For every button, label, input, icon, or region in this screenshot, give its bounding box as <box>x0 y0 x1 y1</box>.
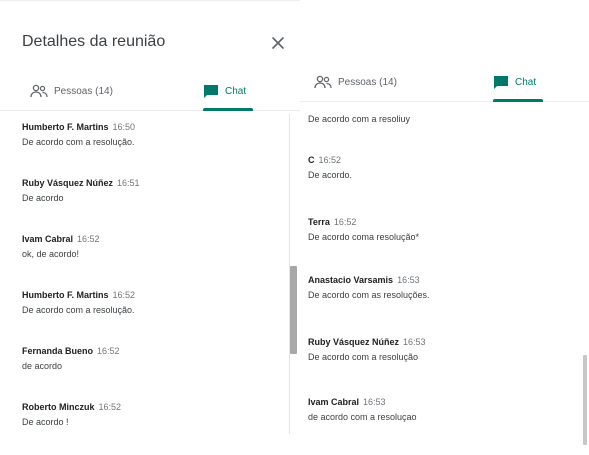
tab-people[interactable]: Pessoas (14) <box>314 62 397 102</box>
message-text: De acordo. <box>308 170 353 180</box>
message-time: 16:53 <box>397 275 420 285</box>
chat-message-list[interactable]: De acordo com a resoliuy C 16:52 De acord… <box>300 104 589 455</box>
message-text: De acordo <box>22 193 64 203</box>
message-text: De acordo com a resolução. <box>22 305 135 315</box>
message-text: de acordo com a resoluçao <box>308 412 417 422</box>
message-time: 16:52 <box>318 155 342 165</box>
message-sender: Humberto F. Martins <box>22 122 109 132</box>
scrollbar-thumb[interactable] <box>583 355 587 445</box>
message-time: 16:52 <box>112 290 136 300</box>
chat-message: Roberto Minczuk 16:52 De acordo ! <box>22 401 276 429</box>
tab-bar: Pessoas (14) Chat <box>0 71 300 111</box>
people-icon <box>30 84 48 98</box>
message-time: 16:52 <box>97 346 120 356</box>
message-time: 16:50 <box>112 122 136 132</box>
close-icon <box>272 37 284 49</box>
message-text: De acordo com a resoliuy <box>308 114 411 124</box>
chat-panel-scrolled: Pessoas (14) Chat De acordo com a resoli… <box>300 0 589 455</box>
chat-message: Fernanda Bueno 16:52 de acordo <box>22 345 276 373</box>
tab-chat-label: Chat <box>225 85 247 97</box>
people-icon <box>314 75 332 89</box>
chat-message: Ivam Cabral 16:53 de acordo com a resoluç… <box>308 396 571 424</box>
tab-people-label: Pessoas (14) <box>338 76 397 88</box>
message-text: De acordo com a resolução. <box>22 137 135 147</box>
chat-message-list[interactable]: Humberto F. Martins 16:50 De acordo com a… <box>0 113 300 455</box>
chat-message: Terra 16:52 De acordo coma resolução* <box>308 216 571 244</box>
message-text: ok, de acordo! <box>22 249 80 259</box>
chat-icon <box>204 84 218 98</box>
tab-people-label: Pessoas (14) <box>54 85 113 97</box>
scrollbar-thumb[interactable] <box>290 266 297 354</box>
chat-message: De acordo com a resoliuy <box>308 110 571 126</box>
active-tab-indicator <box>203 108 253 111</box>
message-time: 16:52 <box>98 402 122 412</box>
chat-message: Ivam Cabral 16:52 ok, de acordo! <box>22 233 276 261</box>
chat-message: Humberto F. Martins 16:52 De acordo com a… <box>22 289 276 317</box>
active-tab-indicator <box>493 99 543 102</box>
chat-message: Ruby Vásquez Núñez 16:51 De acordo <box>22 177 276 205</box>
message-text: De acordo com as resoluções. <box>308 290 430 300</box>
message-sender: Roberto Minczuk <box>22 402 95 412</box>
message-sender: Humberto F. Martins <box>22 290 109 300</box>
message-text: De acordo coma resolução* <box>308 232 420 242</box>
meeting-details-panel: Detalhes da reunião Pessoas (14) Chat Hu… <box>0 0 300 455</box>
tab-chat[interactable]: Chat <box>203 71 246 111</box>
chat-message: Anastacio Varsamis 16:53 De acordo com as… <box>308 274 571 302</box>
chat-icon <box>494 75 508 89</box>
panel-title: Detalhes da reunião <box>22 33 166 50</box>
message-sender: Terra <box>308 217 330 227</box>
message-text: De acordo ! <box>22 417 69 427</box>
chat-message: Humberto F. Martins 16:50 De acordo com a… <box>22 121 276 149</box>
message-text: de acordo <box>22 361 63 371</box>
message-text: De acordo com a resolução <box>308 352 419 362</box>
message-sender: Ruby Vásquez Núñez <box>22 178 114 188</box>
message-sender: Ruby Vásquez Núñez <box>308 337 400 347</box>
tab-chat-label: Chat <box>515 76 537 88</box>
chat-message: Ruby Vásquez Núñez 16:53 De acordo com a … <box>308 336 571 364</box>
message-sender: Ivam Cabral <box>308 397 360 407</box>
close-button[interactable] <box>266 31 290 55</box>
message-sender: C <box>308 155 315 165</box>
tab-bar: Pessoas (14) Chat <box>300 62 589 102</box>
message-time: 16:53 <box>363 397 386 407</box>
panel-header: Detalhes da reunião <box>0 1 300 63</box>
chat-message: C 16:52 De acordo. <box>308 154 571 182</box>
message-sender: Fernanda Bueno <box>22 346 94 356</box>
message-time: 16:51 <box>117 178 140 188</box>
message-input-area <box>0 439 300 455</box>
message-time: 16:52 <box>333 217 357 227</box>
message-time: 16:53 <box>403 337 426 347</box>
tab-people[interactable]: Pessoas (14) <box>30 71 113 111</box>
message-sender: Anastacio Varsamis <box>308 275 394 285</box>
message-time: 16:52 <box>77 234 100 244</box>
tab-chat[interactable]: Chat <box>493 62 536 102</box>
message-sender: Ivam Cabral <box>22 234 74 244</box>
